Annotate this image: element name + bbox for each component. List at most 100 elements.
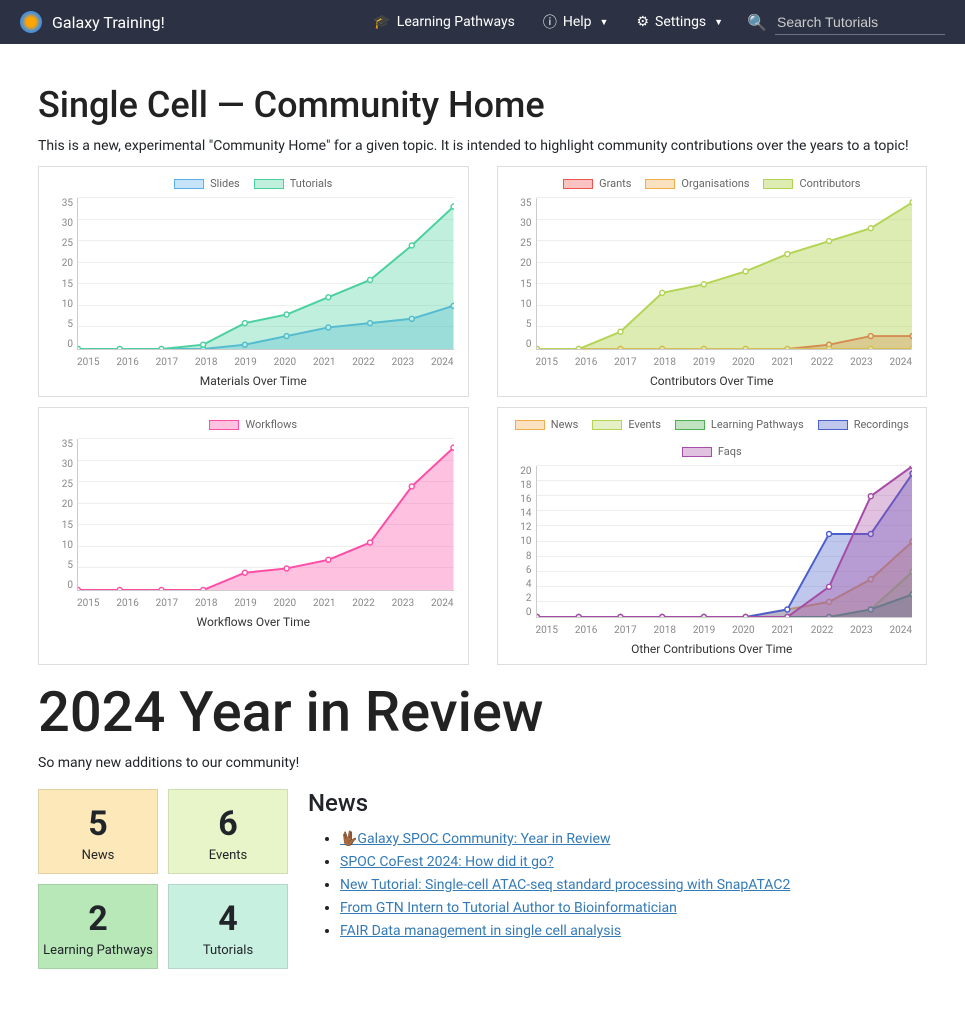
legend-swatch — [645, 179, 675, 189]
stat-label: News — [39, 848, 157, 863]
x-tick: 2015 — [77, 598, 99, 609]
legend-label: Tutorials — [290, 177, 333, 190]
news-link[interactable]: 🖖🏾Galaxy SPOC Community: Year in Review — [340, 831, 611, 847]
news-link[interactable]: FAIR Data management in single cell anal… — [340, 923, 621, 939]
y-tick: 35 — [51, 439, 73, 450]
plot — [536, 466, 913, 618]
legend-label: Contributors — [799, 177, 860, 190]
legend-item[interactable]: Recordings — [818, 418, 909, 431]
y-axis: 02468101214161820 — [510, 466, 532, 618]
y-tick: 12 — [510, 522, 532, 533]
x-axis: 2015201620172018201920202021202220232024 — [77, 357, 454, 368]
news-heading: News — [308, 789, 927, 817]
x-axis: 2015201620172018201920202021202220232024 — [536, 357, 913, 368]
legend-item[interactable]: News — [515, 418, 579, 431]
x-tick: 2020 — [274, 598, 296, 609]
y-tick: 25 — [51, 479, 73, 490]
stat-number: 4 — [169, 899, 287, 939]
nav-learning-pathways[interactable]: 🎓 Learning Pathways — [359, 8, 529, 36]
x-tick: 2016 — [575, 625, 597, 636]
search-input[interactable] — [775, 10, 945, 35]
legend-item[interactable]: Workflows — [209, 418, 297, 431]
x-tick: 2020 — [732, 625, 754, 636]
brand-title[interactable]: Galaxy Training! — [52, 13, 165, 32]
graduation-cap-icon: 🎓 — [373, 14, 390, 30]
stat-box[interactable]: 4Tutorials — [168, 884, 288, 969]
legend-swatch — [682, 447, 712, 457]
legend-label: News — [551, 418, 579, 431]
news-item: SPOC CoFest 2024: How did it go? — [340, 854, 927, 870]
x-tick: 2019 — [234, 357, 256, 368]
legend-item[interactable]: Contributors — [763, 177, 860, 190]
y-axis: 05101520253035 — [510, 198, 532, 350]
legend-item[interactable]: Learning Pathways — [675, 418, 804, 431]
legend-swatch — [515, 420, 545, 430]
y-tick: 25 — [51, 238, 73, 249]
legend-item[interactable]: Grants — [563, 177, 631, 190]
chart-title: Materials Over Time — [45, 368, 462, 390]
x-tick: 2016 — [575, 357, 597, 368]
x-tick: 2023 — [392, 598, 414, 609]
stat-box[interactable]: 5News — [38, 789, 158, 874]
y-tick: 20 — [510, 466, 532, 477]
legend-label: Events — [628, 418, 661, 431]
nav-pathways-label: Learning Pathways — [397, 14, 515, 30]
legend-item[interactable]: Events — [592, 418, 661, 431]
stat-number: 2 — [39, 899, 157, 939]
y-tick: 4 — [510, 579, 532, 590]
y-tick: 25 — [510, 238, 532, 249]
legend-label: Grants — [599, 177, 631, 190]
legend-label: Recordings — [854, 418, 909, 431]
news-link[interactable]: New Tutorial: Single-cell ATAC-seq stand… — [340, 877, 790, 893]
stat-number: 6 — [169, 804, 287, 844]
x-tick: 2018 — [653, 625, 675, 636]
chart-box: Grants Organisations Contributors 051015202… — [497, 166, 928, 397]
legend-item[interactable]: Organisations — [645, 177, 749, 190]
legend-label: Learning Pathways — [711, 418, 804, 431]
chart-legend: Slides Tutorials — [45, 173, 462, 194]
y-tick: 5 — [51, 560, 73, 571]
page-title: Single Cell — Community Home — [38, 84, 927, 126]
y-tick: 8 — [510, 551, 532, 562]
news-link[interactable]: From GTN Intern to Tutorial Author to Bi… — [340, 900, 677, 916]
x-axis: 2015201620172018201920202021202220232024 — [536, 625, 913, 636]
y-tick: 18 — [510, 480, 532, 491]
y-tick: 10 — [510, 299, 532, 310]
chart-box: SlidesTutorials0510152025303520152016201… — [38, 166, 469, 397]
x-tick: 2017 — [156, 598, 178, 609]
stat-box[interactable]: 2Learning Pathways — [38, 884, 158, 969]
x-tick: 2020 — [732, 357, 754, 368]
stat-box[interactable]: 6Events — [168, 789, 288, 874]
x-tick: 2024 — [889, 357, 911, 368]
news-section: News 🖖🏾Galaxy SPOC Community: Year in Re… — [308, 789, 927, 946]
y-tick: 35 — [51, 198, 73, 209]
x-tick: 2021 — [771, 357, 793, 368]
plot — [77, 439, 454, 591]
y-tick: 10 — [51, 299, 73, 310]
legend-swatch — [592, 420, 622, 430]
x-tick: 2021 — [313, 598, 335, 609]
news-link[interactable]: SPOC CoFest 2024: How did it go? — [340, 854, 554, 870]
y-tick: 0 — [51, 580, 73, 591]
legend-item[interactable]: Tutorials — [254, 177, 333, 190]
x-tick: 2020 — [274, 357, 296, 368]
nav-help[interactable]: ⓘ Help ▼ — [529, 6, 623, 38]
legend-swatch — [563, 179, 593, 189]
legend-swatch — [675, 420, 705, 430]
x-tick: 2019 — [234, 598, 256, 609]
navbar-search: 🔍 — [747, 10, 945, 35]
nav-help-label: Help — [563, 14, 592, 30]
legend-label: Workflows — [245, 418, 297, 431]
legend-swatch — [818, 420, 848, 430]
x-tick: 2018 — [195, 357, 217, 368]
x-tick: 2019 — [693, 625, 715, 636]
chart-area: 0510152025303520152016201720182019202020… — [536, 198, 913, 368]
chart-title: Workflows Over Time — [45, 609, 462, 631]
legend-label: Organisations — [681, 177, 749, 190]
chart-legend: News Events Learning Pathways Recordings Faq… — [504, 414, 921, 462]
legend-item[interactable]: Slides — [174, 177, 240, 190]
nav-settings[interactable]: ⚙ Settings ▼ — [622, 8, 737, 36]
legend-item[interactable]: Faqs — [682, 445, 742, 458]
x-tick: 2023 — [392, 357, 414, 368]
y-tick: 14 — [510, 508, 532, 519]
